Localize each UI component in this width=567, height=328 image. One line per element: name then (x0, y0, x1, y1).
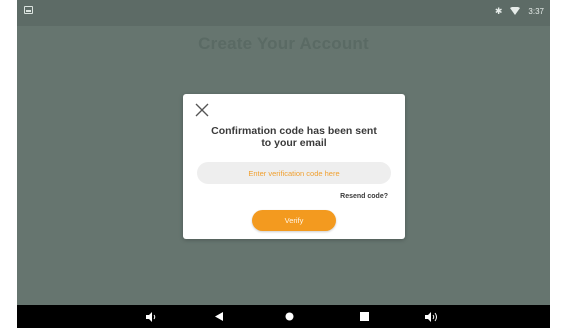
back-icon[interactable] (209, 305, 229, 328)
verification-code-input[interactable] (197, 162, 391, 184)
page-title: Create Your Account (198, 34, 369, 53)
home-icon[interactable] (279, 305, 299, 328)
device-screen: ✱ 3:37 Create Your Account Confirmation … (17, 0, 550, 328)
close-icon[interactable] (193, 101, 211, 119)
recents-icon[interactable] (354, 305, 374, 328)
volume-up-icon[interactable] (421, 305, 441, 328)
navigation-bar (17, 305, 550, 328)
dialog-message: Confirmation code has been sent to your … (211, 125, 377, 149)
bluetooth-icon: ✱ (494, 5, 503, 16)
image-notification-icon (24, 6, 33, 14)
status-clock: 3:37 (528, 6, 544, 16)
confirmation-dialog: Confirmation code has been sent to your … (183, 94, 405, 239)
verify-button[interactable]: Verify (252, 210, 336, 231)
status-bar: ✱ 3:37 (17, 0, 550, 26)
wifi-icon (510, 7, 521, 15)
status-icons: ✱ 3:37 (495, 5, 544, 17)
resend-code-link[interactable]: Resend code? (340, 193, 388, 200)
volume-down-icon[interactable] (141, 305, 161, 328)
